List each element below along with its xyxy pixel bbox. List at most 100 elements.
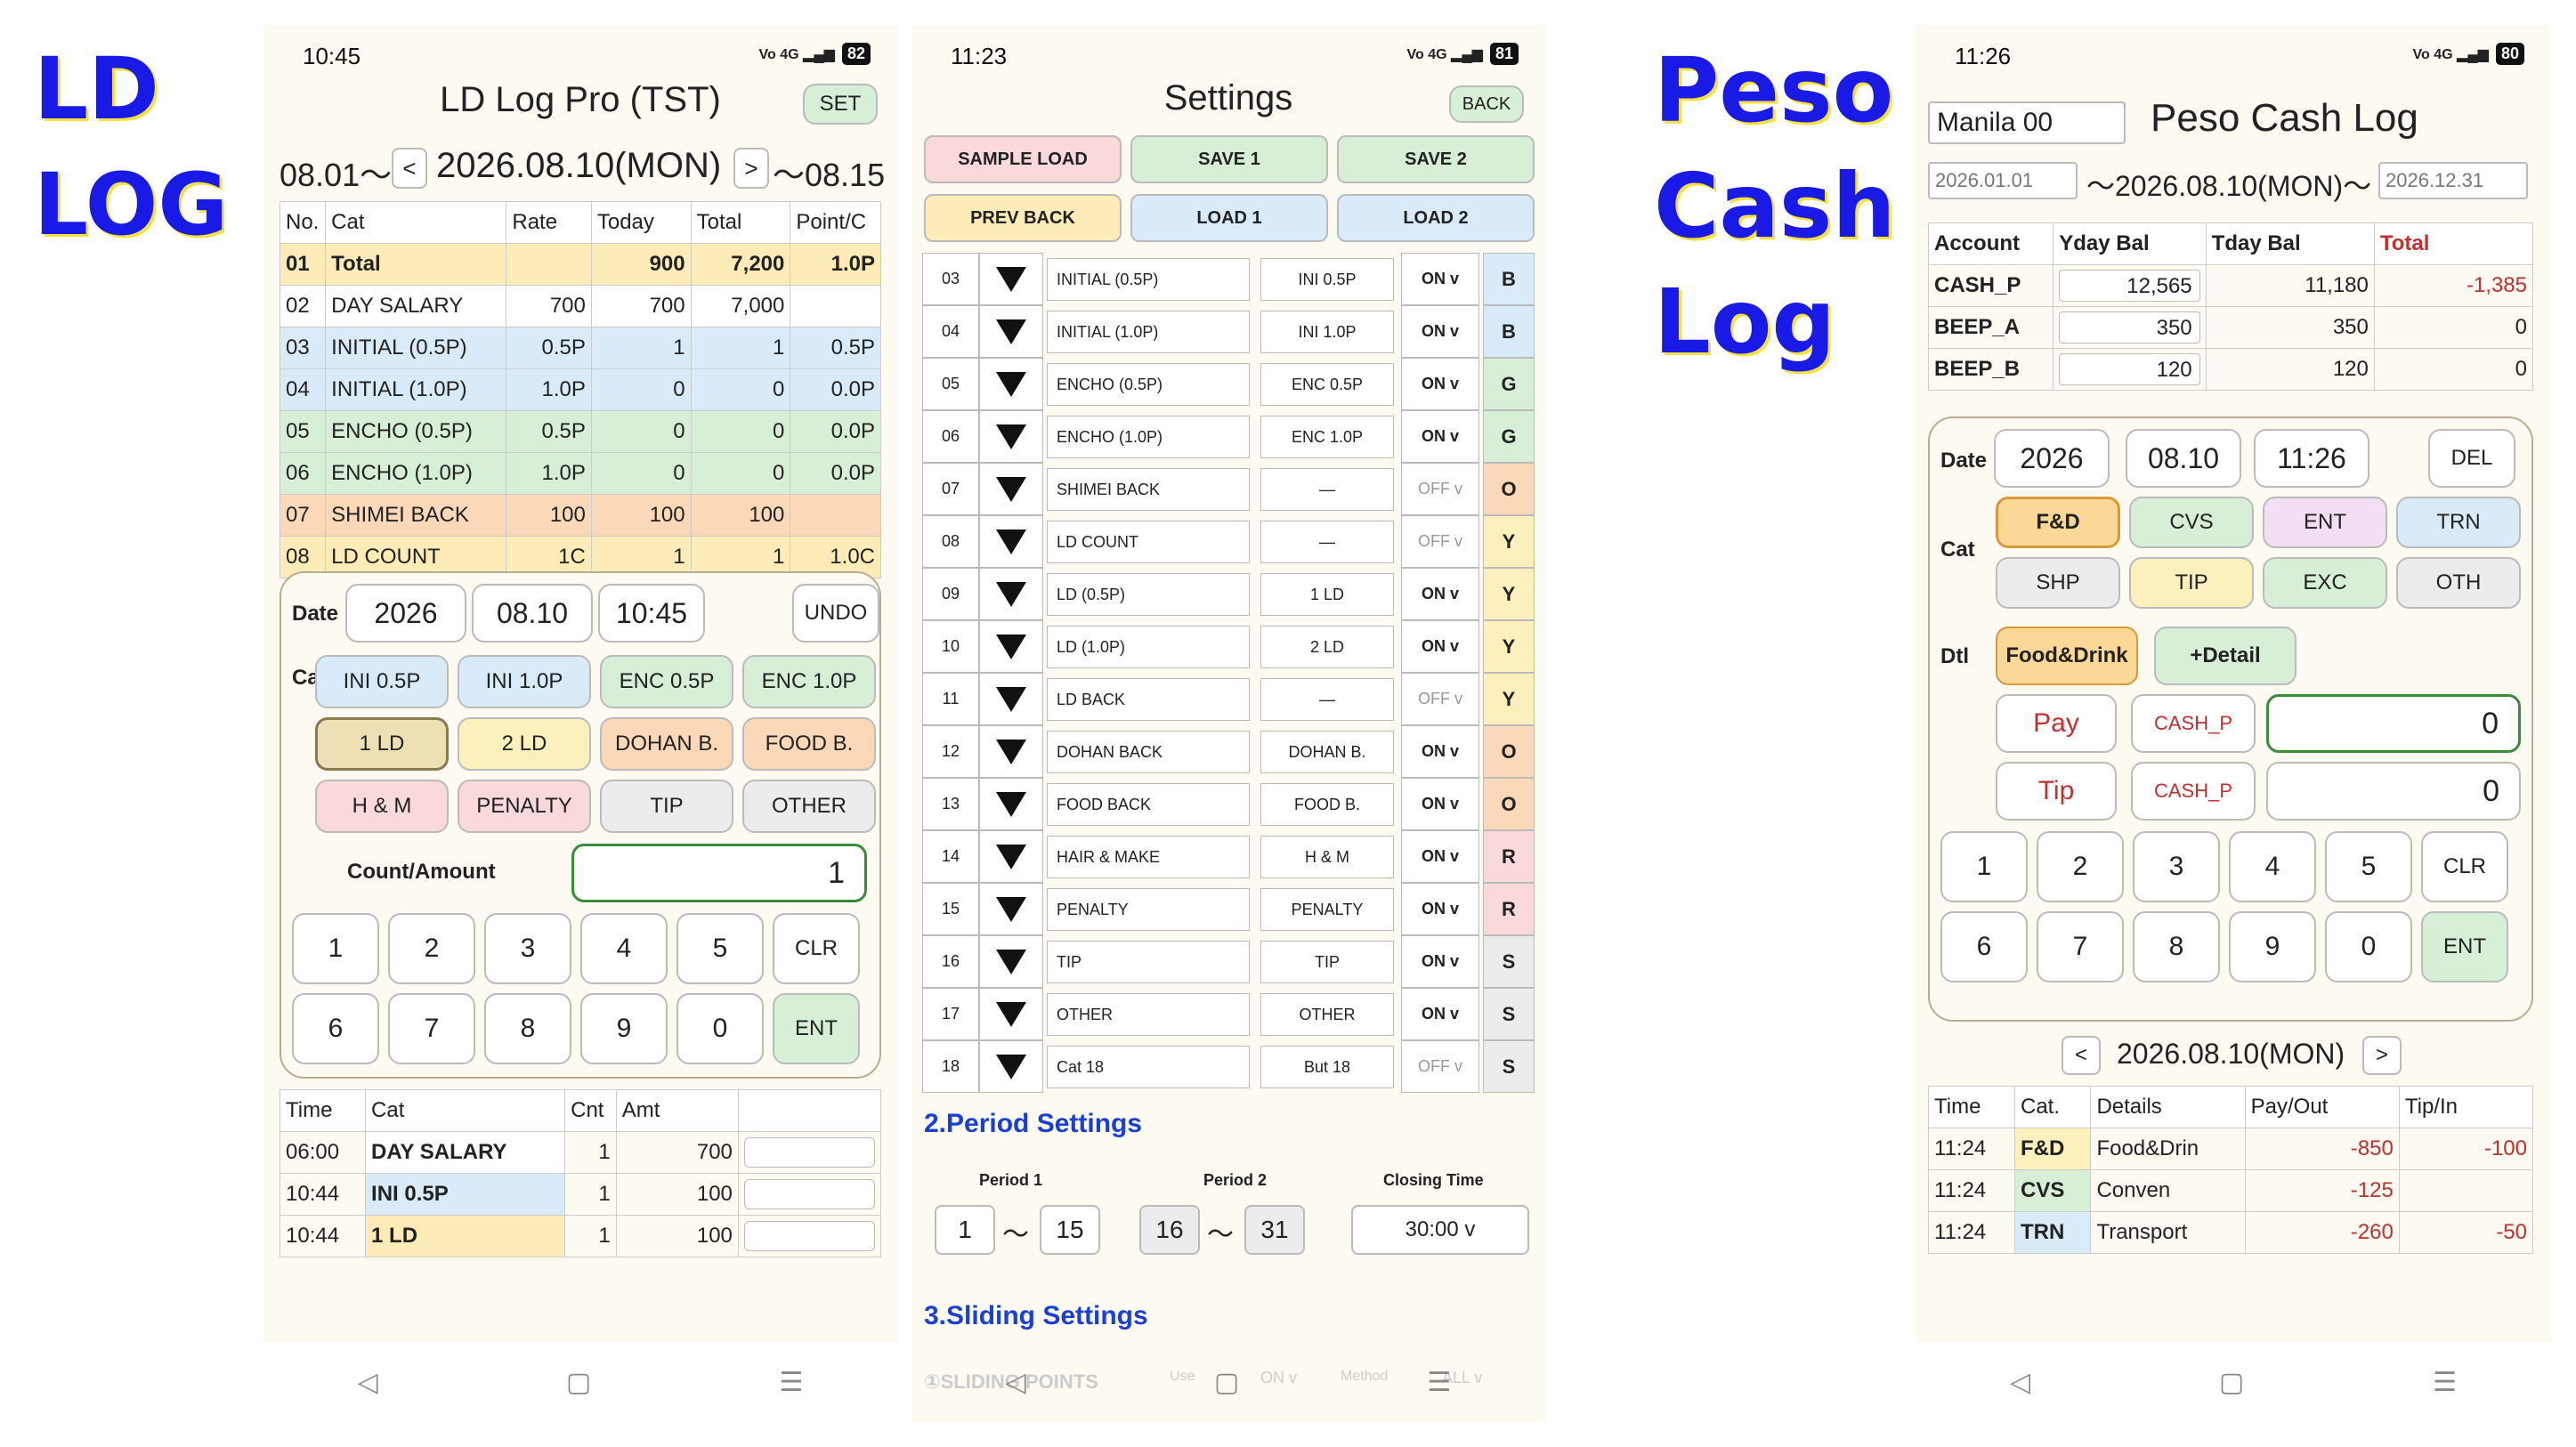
category-name-input[interactable]: OTHER (1047, 993, 1250, 1036)
category-name-input[interactable]: Cat 18 (1047, 1046, 1250, 1088)
button-label-input[interactable]: PENALTY (1260, 888, 1394, 931)
undo-button[interactable]: UNDO (792, 584, 879, 643)
button-label-input[interactable]: FOOD B. (1260, 783, 1394, 826)
year-field[interactable]: 2026 (345, 584, 466, 643)
color-group-select[interactable]: O (1483, 725, 1535, 778)
color-group-select[interactable]: O (1483, 463, 1535, 515)
button-label-input[interactable]: — (1260, 678, 1394, 721)
key-6[interactable]: 6 (1940, 911, 2028, 982)
category-button[interactable]: ENC 1.0P (742, 655, 876, 708)
on-off-select[interactable]: ON v (1401, 568, 1479, 620)
reorder-handle[interactable] (979, 620, 1043, 673)
category-name-input[interactable]: LD (0.5P) (1047, 573, 1250, 616)
add-detail-button[interactable]: +Detail (2154, 626, 2297, 685)
account-row[interactable]: CASH_P 12,565 11,180 -1,385 (1927, 264, 2534, 307)
button-label-input[interactable]: H & M (1260, 836, 1394, 878)
table-row[interactable]: 05 ENCHO (0.5P) 0.5P 0 0 0.0P (279, 410, 881, 453)
color-group-select[interactable]: B (1483, 305, 1535, 358)
log-row[interactable]: 06:00 DAY SALARY 1 700 (279, 1131, 882, 1174)
account-name-field[interactable]: Manila 00 (1928, 101, 2126, 144)
color-group-select[interactable]: G (1483, 358, 1535, 410)
category-name-input[interactable]: LD (1.0P) (1047, 626, 1250, 668)
category-button[interactable]: H & M (315, 780, 449, 833)
key-4[interactable]: 4 (2229, 831, 2316, 902)
key-3[interactable]: 3 (484, 913, 571, 984)
on-off-select[interactable]: ON v (1401, 305, 1479, 358)
log-row[interactable]: 10:44 1 LD 1 100 (279, 1215, 882, 1257)
button-label-input[interactable]: DOHAN B. (1260, 731, 1394, 773)
reorder-handle[interactable] (979, 883, 1043, 935)
color-group-select[interactable]: S (1483, 1040, 1535, 1093)
category-name-input[interactable]: FOOD BACK (1047, 783, 1250, 826)
category-button[interactable]: INI 0.5P (315, 655, 449, 708)
key-4[interactable]: 4 (580, 913, 668, 984)
from-date-field[interactable]: 2026.01.01 (1928, 162, 2078, 199)
memo-input[interactable] (743, 1221, 875, 1251)
pay-amount-input[interactable]: 0 (2266, 694, 2521, 753)
category-button[interactable]: FOOD B. (742, 717, 876, 771)
color-group-select[interactable]: Y (1483, 515, 1535, 568)
month-day-field[interactable]: 08.10 (2126, 429, 2241, 488)
pay-button[interactable]: Pay (1996, 694, 2117, 753)
tip-button[interactable]: Tip (1996, 762, 2117, 821)
key-7[interactable]: 7 (388, 993, 475, 1064)
on-off-select[interactable]: OFF v (1401, 515, 1479, 568)
key-9[interactable]: 9 (2229, 911, 2316, 982)
category-name-input[interactable]: PENALTY (1047, 888, 1250, 931)
on-off-select[interactable]: OFF v (1401, 1040, 1479, 1093)
back-icon[interactable]: ◁ (358, 1367, 378, 1398)
settings-action-button[interactable]: SAVE 1 (1130, 135, 1328, 183)
on-off-select[interactable]: ON v (1401, 725, 1479, 778)
back-icon[interactable]: ◁ (2010, 1367, 2030, 1398)
pay-account-select[interactable]: CASH_P (2131, 694, 2256, 753)
on-off-select[interactable]: OFF v (1401, 463, 1479, 515)
button-label-input[interactable]: But 18 (1260, 1046, 1394, 1088)
home-icon[interactable]: ▢ (566, 1367, 591, 1398)
on-off-select[interactable]: ON v (1401, 358, 1479, 410)
button-label-input[interactable]: INI 1.0P (1260, 311, 1394, 353)
table-row[interactable]: 02 DAY SALARY 700 700 7,000 (279, 285, 881, 327)
button-label-input[interactable]: TIP (1260, 941, 1394, 983)
category-button[interactable]: EXC (2263, 557, 2387, 609)
category-button[interactable]: ENT (2263, 497, 2387, 548)
category-name-input[interactable]: LD COUNT (1047, 521, 1250, 563)
color-group-select[interactable]: Y (1483, 620, 1535, 673)
category-button[interactable]: TIP (2129, 557, 2254, 609)
category-name-input[interactable]: HAIR & MAKE (1047, 836, 1250, 878)
category-button[interactable]: PENALTY (458, 780, 591, 833)
yday-balance-input[interactable]: 350 (2059, 311, 2200, 344)
recents-icon[interactable]: ☰ (779, 1367, 803, 1398)
count-amount-input[interactable]: 1 (571, 844, 867, 902)
category-button[interactable]: DOHAN B. (600, 717, 733, 771)
category-button[interactable]: OTH (2396, 557, 2521, 609)
category-name-input[interactable]: TIP (1047, 941, 1250, 983)
period1-start-field[interactable]: 1 (935, 1205, 995, 1255)
settings-action-button[interactable]: LOAD 2 (1337, 194, 1535, 242)
home-icon[interactable]: ▢ (1214, 1367, 1239, 1398)
table-row[interactable]: 01 Total 900 7,200 1.0P (279, 243, 881, 286)
month-day-field[interactable]: 08.10 (472, 584, 593, 643)
period2-end-field[interactable]: 31 (1244, 1205, 1305, 1255)
reorder-handle[interactable] (979, 988, 1043, 1040)
settings-action-button[interactable]: LOAD 1 (1130, 194, 1328, 242)
set-button[interactable]: SET (803, 84, 878, 125)
reorder-handle[interactable] (979, 515, 1043, 568)
color-group-select[interactable]: S (1483, 935, 1535, 988)
category-name-input[interactable]: INITIAL (1.0P) (1047, 311, 1250, 353)
on-off-select[interactable]: ON v (1401, 935, 1479, 988)
category-name-input[interactable]: LD BACK (1047, 678, 1250, 721)
to-date-field[interactable]: 2026.12.31 (2378, 162, 2528, 199)
log-row[interactable]: 11:24 TRN Transport -260 -50 (1928, 1211, 2534, 1254)
prev-day-button[interactable]: < (392, 148, 427, 189)
reorder-handle[interactable] (979, 358, 1043, 410)
key-0[interactable]: 0 (676, 993, 764, 1064)
button-label-input[interactable]: ENC 0.5P (1260, 363, 1394, 406)
table-row[interactable]: 06 ENCHO (1.0P) 1.0P 0 0 0.0P (279, 452, 881, 495)
category-name-input[interactable]: ENCHO (1.0P) (1047, 416, 1250, 458)
clear-button[interactable]: CLR (773, 913, 860, 984)
year-field[interactable]: 2026 (1994, 429, 2110, 488)
tip-amount-input[interactable]: 0 (2266, 762, 2521, 821)
category-name-input[interactable]: DOHAN BACK (1047, 731, 1250, 773)
color-group-select[interactable]: G (1483, 410, 1535, 463)
key-1[interactable]: 1 (1940, 831, 2028, 902)
